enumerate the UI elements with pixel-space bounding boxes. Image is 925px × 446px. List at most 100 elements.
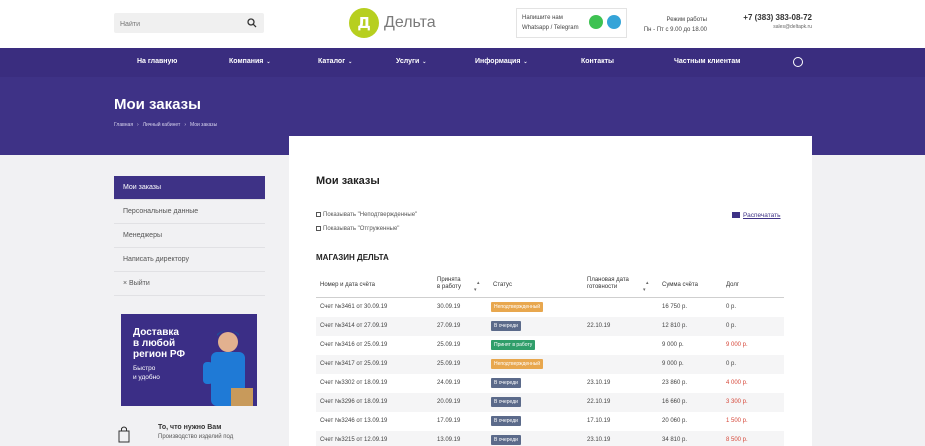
print-button[interactable]: Распечатать: [732, 212, 781, 219]
side-item-label: Написать директору: [123, 256, 189, 263]
logo-badge: Д: [349, 8, 379, 38]
nav-label: На главную: [137, 58, 178, 65]
nav-home[interactable]: На главную: [137, 58, 177, 65]
cell-sum: 12 810 р.: [662, 323, 688, 329]
cell-invoice[interactable]: Счет №3302 от 18.09.19: [320, 380, 387, 386]
breadcrumb-separator-icon: ›: [137, 122, 139, 128]
messenger-line2: Whatsapp / Telegram: [522, 25, 579, 31]
cell-planned: 22.10.19: [587, 323, 611, 329]
orders-card: Мои заказы Показывать "Неподтвержденные"…: [289, 136, 812, 446]
side-item-personal[interactable]: Персональные данные: [114, 200, 265, 224]
nav-catalog[interactable]: Каталог ⌄: [318, 58, 352, 65]
cell-invoice[interactable]: Счет №3246 от 13.09.19: [320, 418, 387, 424]
cell-debt: 3 300 р.: [726, 399, 748, 405]
phone-number[interactable]: +7 (383) 383-08-72: [716, 13, 812, 22]
footer-title: То, что нужно Вам: [158, 424, 222, 431]
cell-invoice[interactable]: Счет №3461 от 30.09.19: [320, 304, 387, 310]
table-row[interactable]: Счет №3416 от 25.09.19 25.09.19 Принят в…: [316, 336, 784, 355]
search-icon[interactable]: [247, 18, 257, 28]
table-row[interactable]: Счет №3461 от 30.09.19 30.09.19 Неподтве…: [316, 298, 784, 317]
cell-invoice[interactable]: Счет №3215 от 12.09.19: [320, 437, 387, 443]
print-label: Распечатать: [743, 212, 781, 219]
telegram-icon[interactable]: [607, 15, 621, 29]
breadcrumb-home[interactable]: Главная: [114, 122, 133, 128]
working-hours: Режим работы Пн - Пт с 9.00 до 18.00: [640, 15, 707, 35]
status-badge: В очереди: [491, 321, 521, 331]
nav-services[interactable]: Услуги ⌄: [396, 58, 426, 65]
site-logo[interactable]: Д Дельта: [349, 8, 436, 38]
show-unconfirmed-checkbox[interactable]: Показывать "Неподтвержденные": [316, 212, 417, 218]
cell-invoice[interactable]: Счет №3417 от 25.09.19: [320, 361, 387, 367]
nav-info[interactable]: Информация ⌄: [475, 58, 528, 65]
cell-sum: 16 660 р.: [662, 399, 688, 405]
cell-sum: 34 810 р.: [662, 437, 688, 443]
col-planned[interactable]: Плановая дата готовности: [587, 277, 629, 291]
cell-debt: 0 р.: [726, 323, 737, 329]
search-input[interactable]: [114, 14, 234, 35]
cell-invoice[interactable]: Счет №3296 от 18.09.19: [320, 399, 387, 405]
delivery-promo-banner[interactable]: Доставка в любой регион РФ Быстро и удоб…: [121, 314, 257, 406]
nav-label: Контакты: [581, 58, 615, 65]
breadcrumb-current: Мои заказы: [190, 122, 218, 128]
cell-invoice[interactable]: Счет №3416 от 25.09.19: [320, 342, 387, 348]
side-item-label: Персональные данные: [123, 208, 199, 215]
logo-letter: Д: [357, 14, 371, 32]
table-row[interactable]: Счет №3417 от 25.09.19 25.09.19 Неподтве…: [316, 355, 784, 374]
side-item-logout[interactable]: × Выйти: [114, 272, 265, 296]
col-invoice[interactable]: Номер и дата счёта: [320, 282, 375, 289]
show-shipped-checkbox[interactable]: Показывать "Отгруженные": [316, 226, 399, 232]
nav-private-clients[interactable]: Частным клиентам: [674, 58, 740, 65]
side-item-orders[interactable]: Мои заказы: [114, 176, 265, 200]
messenger-line1: Напишите нам: [522, 15, 563, 21]
nav-contacts[interactable]: Контакты: [581, 58, 614, 65]
cell-accepted: 25.09.19: [437, 342, 461, 348]
cell-accepted: 20.09.19: [437, 399, 461, 405]
promo-sub-line: и удобно: [133, 374, 160, 381]
whatsapp-icon[interactable]: [589, 15, 603, 29]
col-status[interactable]: Статус: [493, 282, 512, 289]
side-item-write-director[interactable]: Написать директору: [114, 248, 265, 272]
col-debt[interactable]: Долг: [726, 282, 739, 289]
nav-label: Частным клиентам: [674, 58, 741, 65]
cell-accepted: 24.09.19: [437, 380, 461, 386]
status-badge: В очереди: [491, 397, 521, 407]
promo-subtext: Быстро и удобно: [133, 364, 160, 382]
side-item-managers[interactable]: Менеджеры: [114, 224, 265, 248]
nav-label: Компания: [229, 58, 264, 65]
email-link[interactable]: sales@deltapk.ru: [716, 24, 812, 30]
cell-sum: 16 750 р.: [662, 304, 688, 310]
side-item-label: Выйти: [129, 280, 150, 287]
messenger-box: Напишите нам Whatsapp / Telegram: [516, 8, 627, 38]
nav-company[interactable]: Компания ⌄: [229, 58, 271, 65]
col-sum[interactable]: Сумма счёта: [662, 282, 698, 289]
table-row[interactable]: Счет №3215 от 12.09.19 13.09.19 В очеред…: [316, 431, 784, 446]
table-row[interactable]: Счет №3414 от 27.09.19 27.09.19 В очеред…: [316, 317, 784, 336]
promo-line: в любой: [133, 338, 176, 349]
col-accepted[interactable]: Принята в работу: [437, 277, 461, 291]
table-row[interactable]: Счет №3296 от 18.09.19 20.09.19 В очеред…: [316, 393, 784, 412]
sort-icon[interactable]: ▴ ▾: [643, 280, 649, 294]
sort-icon[interactable]: ▴ ▾: [474, 280, 480, 294]
col-accepted-line1: Принята: [437, 277, 461, 283]
promo-sub-line: Быстро: [133, 365, 156, 372]
search-box[interactable]: [114, 13, 264, 35]
nav-label: Информация: [475, 58, 521, 65]
nav-label: Услуги: [396, 58, 420, 65]
cell-planned: 22.10.19: [587, 399, 611, 405]
table-row[interactable]: Счет №3246 от 13.09.19 17.09.19 В очеред…: [316, 412, 784, 431]
side-footer: То, что нужно Вам Производство изделий п…: [114, 421, 265, 446]
cell-debt: 0 р.: [726, 361, 737, 367]
user-icon[interactable]: [793, 57, 803, 67]
table-row[interactable]: Счет №3302 от 18.09.19 24.09.19 В очеред…: [316, 374, 784, 393]
col-planned-line2: готовности: [587, 284, 618, 290]
breadcrumb-account[interactable]: Личный кабинет: [143, 122, 181, 128]
col-planned-line1: Плановая дата: [587, 277, 629, 283]
cell-invoice[interactable]: Счет №3414 от 27.09.19: [320, 323, 387, 329]
cell-planned: 23.10.19: [587, 437, 611, 443]
cell-planned: 17.10.19: [587, 418, 611, 424]
cell-debt: 8 500 р.: [726, 437, 748, 443]
top-bar: Д Дельта Напишите нам Whatsapp / Telegra…: [0, 0, 925, 48]
cell-sum: 9 000 р.: [662, 361, 684, 367]
cell-sum: 20 060 р.: [662, 418, 688, 424]
logo-text: Дельта: [384, 14, 436, 31]
